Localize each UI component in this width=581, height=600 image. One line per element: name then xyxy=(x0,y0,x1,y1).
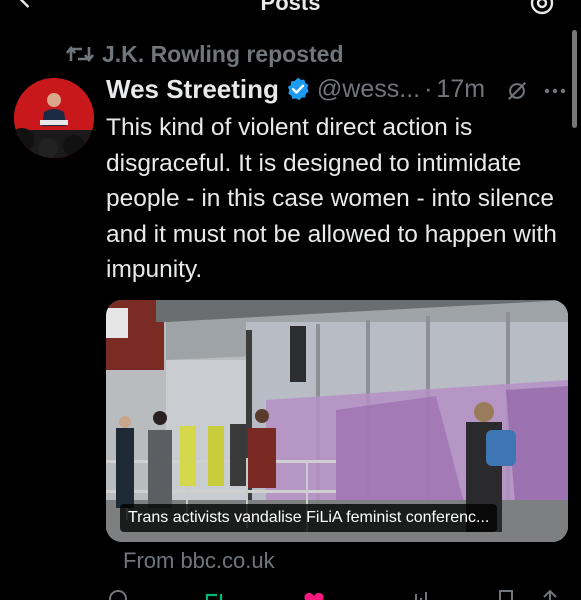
link-card[interactable]: Trans activists vandalise FiLiA feminist… xyxy=(106,300,568,542)
reply-button[interactable] xyxy=(106,588,136,600)
repost-icon xyxy=(66,45,94,63)
gear-icon[interactable] xyxy=(527,0,557,18)
heart-icon xyxy=(304,592,324,600)
bookmark-button[interactable] xyxy=(494,588,524,600)
verified-badge-icon xyxy=(287,77,309,101)
top-bar: Posts xyxy=(0,0,581,22)
avatar[interactable] xyxy=(14,78,94,158)
repost-label: J.K. Rowling reposted xyxy=(102,40,344,67)
tweet-header: Wes Streeting @wess... · 17m xyxy=(106,72,485,106)
scrollbar[interactable] xyxy=(572,30,577,128)
action-bar xyxy=(106,588,566,600)
tweet-text: This kind of violent direct action is di… xyxy=(106,114,557,283)
repost-context[interactable]: J.K. Rowling reposted xyxy=(66,40,344,68)
more-icon[interactable] xyxy=(544,86,566,96)
views-button[interactable] xyxy=(406,588,436,600)
repost-action-icon xyxy=(205,593,223,600)
share-icon xyxy=(543,589,557,600)
repost-button[interactable] xyxy=(202,588,232,600)
share-button[interactable] xyxy=(538,588,568,600)
page-title: Posts xyxy=(260,0,321,15)
separator-dot: · xyxy=(424,74,433,103)
timestamp[interactable]: 17m xyxy=(436,75,485,104)
views-icon xyxy=(410,592,427,600)
reply-icon xyxy=(108,589,128,600)
card-caption: Trans activists vandalise FiLiA feminist… xyxy=(120,504,498,532)
grok-icon[interactable] xyxy=(506,80,528,102)
bookmark-icon xyxy=(499,590,513,600)
display-name[interactable]: Wes Streeting xyxy=(106,74,279,105)
user-handle[interactable]: @wess... xyxy=(317,75,420,104)
like-button[interactable] xyxy=(302,588,332,600)
card-source[interactable]: From bbc.co.uk xyxy=(123,548,275,574)
